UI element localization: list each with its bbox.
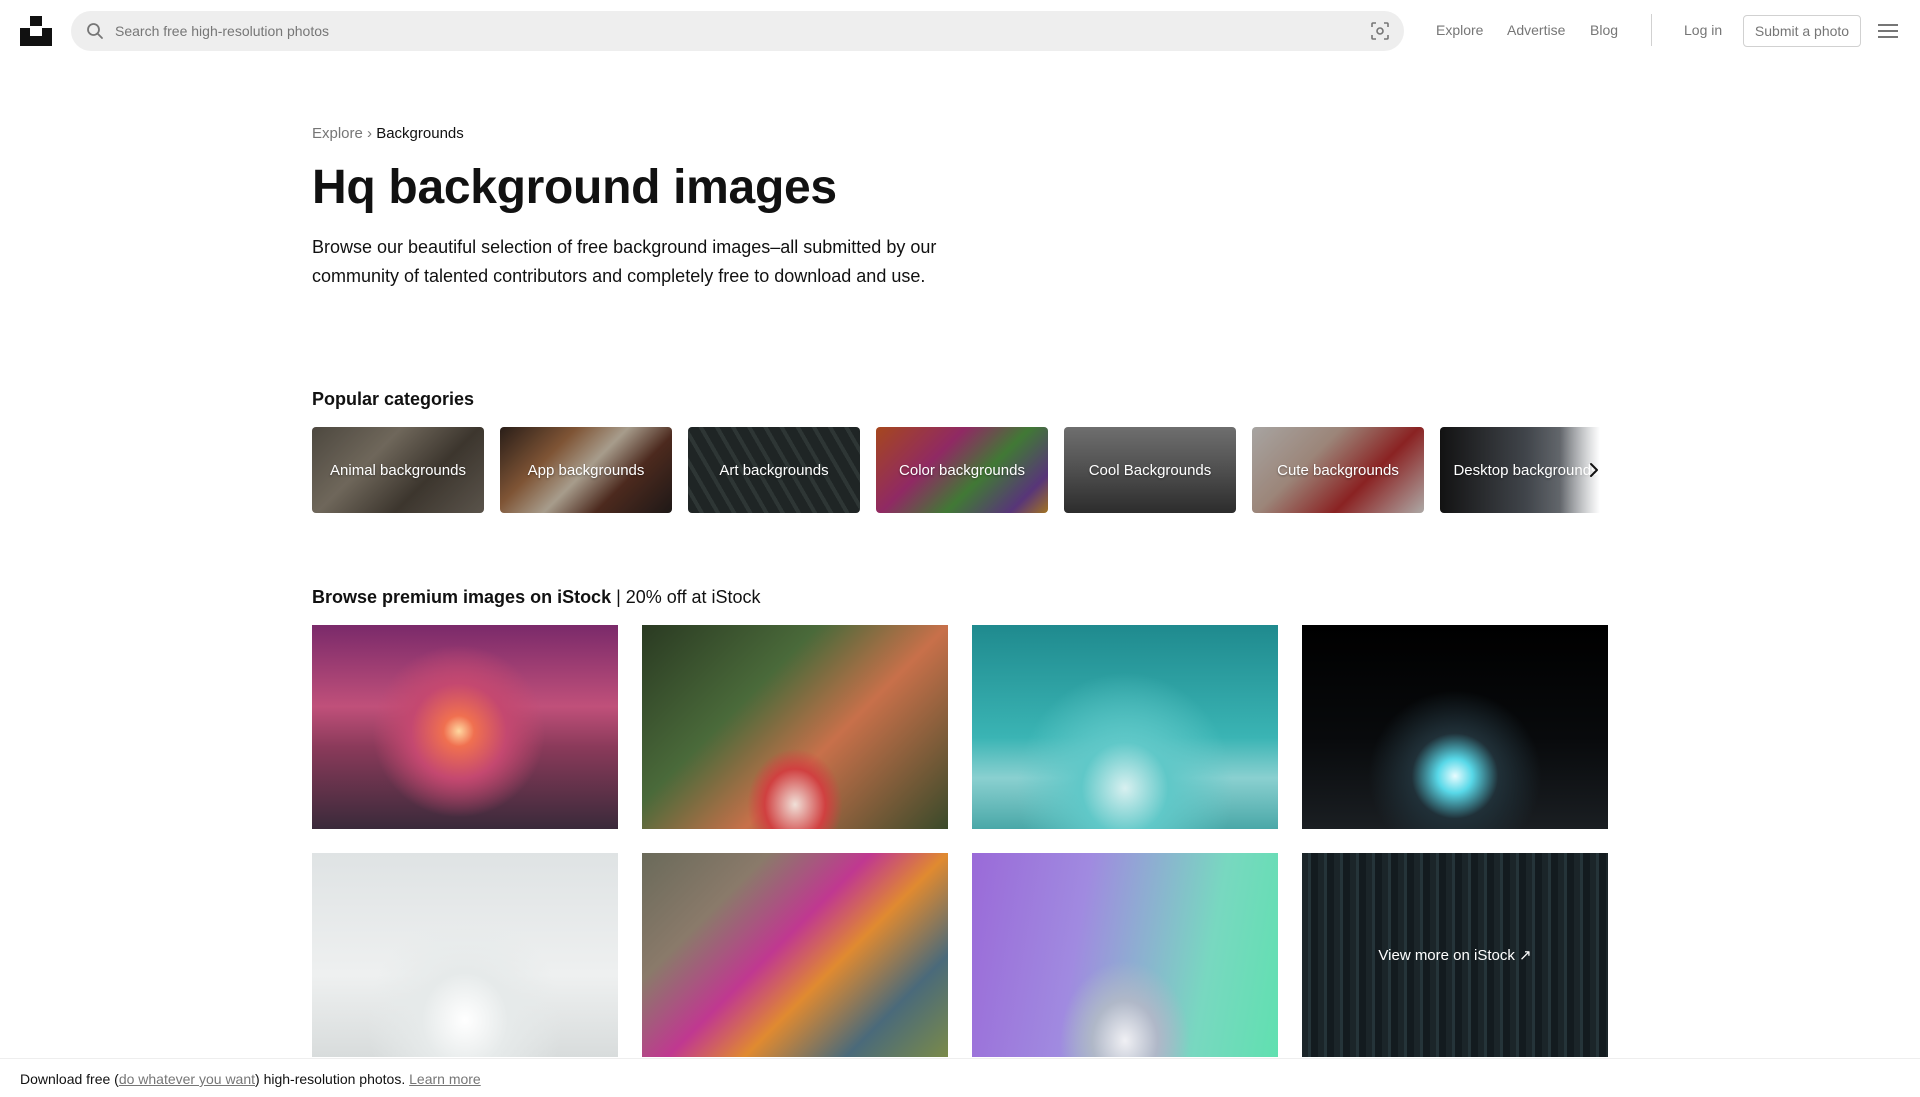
istock-heading-promo: | 20% off at iStock xyxy=(611,587,761,607)
login-link[interactable]: Log in xyxy=(1684,22,1722,38)
hamburger-menu-icon[interactable] xyxy=(1878,22,1898,40)
popular-categories-heading: Popular categories xyxy=(312,389,475,409)
category-label: App backgrounds xyxy=(527,461,645,479)
search-icon[interactable] xyxy=(85,21,105,41)
istock-image-climbing-gear[interactable] xyxy=(642,853,948,1057)
category-label: Animal backgrounds xyxy=(330,461,466,479)
learn-more-link[interactable]: Learn more xyxy=(409,1071,481,1087)
istock-image-pastel-podium[interactable] xyxy=(972,853,1278,1057)
category-card-app[interactable]: App backgrounds xyxy=(500,427,672,513)
breadcrumb-current: Backgrounds xyxy=(376,125,464,142)
category-label: Color backgrounds xyxy=(899,461,1025,479)
category-label: Cool Backgrounds xyxy=(1088,461,1212,479)
search-bar[interactable] xyxy=(71,11,1404,51)
submit-photo-button[interactable]: Submit a photo xyxy=(1743,15,1861,47)
banner-middle: ) high-resolution photos. xyxy=(255,1071,410,1087)
categories-carousel: Animal backgrounds App backgrounds Art b… xyxy=(312,427,1608,513)
nav-divider xyxy=(1651,14,1652,46)
istock-section-heading: Browse premium images on iStock | 20% of… xyxy=(312,587,761,608)
istock-view-more-tile[interactable]: View more on iStock ↗ xyxy=(1302,853,1608,1057)
nav-explore-link[interactable]: Explore xyxy=(1436,22,1483,38)
license-banner: Download free (do whatever you want) hig… xyxy=(0,1058,1920,1097)
istock-heading-bold: Browse premium images on iStock xyxy=(312,587,612,607)
istock-image-white-podium[interactable] xyxy=(312,853,618,1057)
license-banner-text: Download free (do whatever you want) hig… xyxy=(20,1071,481,1087)
category-card-cute[interactable]: Cute backgrounds xyxy=(1252,427,1424,513)
category-card-cool[interactable]: Cool Backgrounds xyxy=(1064,427,1236,513)
category-card-color[interactable]: Color backgrounds xyxy=(876,427,1048,513)
istock-image-teal-podium[interactable] xyxy=(972,625,1278,829)
category-label: Art backgrounds xyxy=(719,461,829,479)
view-more-istock-link[interactable]: View more on iStock ↗ xyxy=(1302,853,1608,1057)
breadcrumb-explore-link[interactable]: Explore xyxy=(312,125,363,142)
license-link[interactable]: do whatever you want xyxy=(119,1071,255,1087)
istock-image-neon-podium[interactable] xyxy=(1302,625,1608,829)
breadcrumb: Explore › Backgrounds xyxy=(312,125,464,142)
unsplash-logo-icon[interactable] xyxy=(20,14,52,46)
visual-search-icon[interactable] xyxy=(1370,21,1390,41)
top-navigation-bar: Explore Advertise Blog Log in Submit a p… xyxy=(0,0,1920,62)
page-title: Hq background images xyxy=(312,161,837,214)
page-description: Browse our beautiful selection of free b… xyxy=(312,237,937,286)
istock-image-city-sunset[interactable] xyxy=(312,625,618,829)
category-card-art[interactable]: Art backgrounds xyxy=(688,427,860,513)
category-card-animal[interactable]: Animal backgrounds xyxy=(312,427,484,513)
search-input[interactable] xyxy=(115,11,1315,51)
istock-image-red-pedestal[interactable] xyxy=(642,625,948,829)
category-label: Cute backgrounds xyxy=(1277,461,1399,479)
banner-prefix: Download free ( xyxy=(20,1071,119,1087)
nav-blog-link[interactable]: Blog xyxy=(1590,22,1618,38)
chevron-right-icon[interactable] xyxy=(1584,460,1604,480)
nav-advertise-link[interactable]: Advertise xyxy=(1507,22,1565,38)
breadcrumb-separator: › xyxy=(367,125,373,142)
